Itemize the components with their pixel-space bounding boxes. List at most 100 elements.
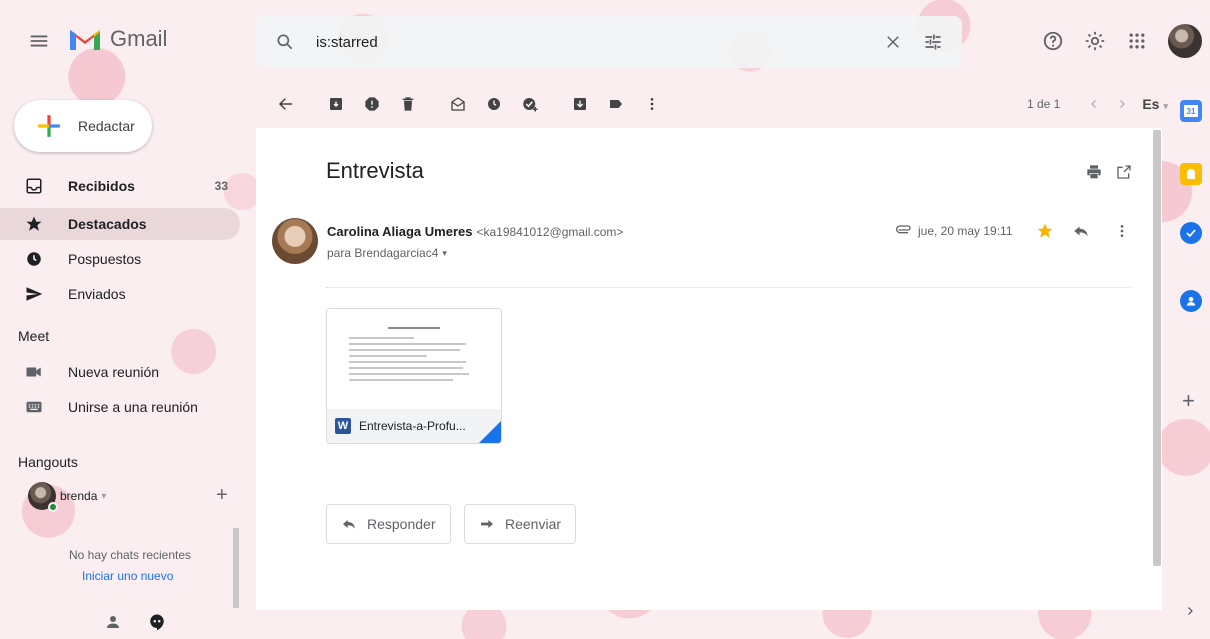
email-subject: Entrevista [326,158,424,183]
reply-icon [343,520,355,529]
move-to-icon[interactable] [562,86,598,122]
keyboard-icon [24,397,44,417]
sidebar-item-new-meeting[interactable]: Nueva reunión [0,356,256,388]
sender-avatar[interactable] [272,218,318,264]
compose-plus-icon [38,115,60,137]
starred-star-icon[interactable] [1036,222,1054,240]
no-chats-message: No hay chats recientes [68,548,192,562]
search-options-icon[interactable] [920,29,946,55]
reply-button[interactable]: Responder [326,504,451,544]
attachment-card[interactable]: W Entrevista-a-Profu... [326,308,502,444]
keep-notes-icon[interactable] [1180,163,1202,185]
hangouts-avatar [28,482,58,512]
forward-icon [481,520,493,528]
language-label: Es [1142,96,1160,112]
apps-grid-icon[interactable] [1124,28,1150,54]
account-avatar[interactable] [1168,24,1202,58]
email-date: jue, 20 may 19:11 [918,224,1013,238]
print-icon[interactable] [1086,164,1102,180]
add-task-icon[interactable] [512,86,548,122]
pagination-text: 1 de 1 [1026,97,1061,111]
archive-icon[interactable] [318,86,354,122]
recipient-line[interactable]: para Brendagarciac4 ▾ [327,246,447,260]
message-divider [326,287,1132,288]
get-addons-plus-icon[interactable]: + [1182,388,1195,414]
back-arrow-icon[interactable] [268,86,304,122]
sidebar-item-label: Enviados [68,286,126,302]
reply-label: Responder [367,516,436,532]
chevron-down-icon[interactable]: ▾ [442,248,447,259]
hangouts-section-title: Hangouts [18,454,78,470]
hangouts-user[interactable]: brenda ▾ [28,482,106,512]
new-conversation-icon[interactable]: + [216,484,228,507]
attachment-footer: W Entrevista-a-Profu... [327,409,501,443]
compose-button[interactable]: Redactar [14,100,152,152]
expand-side-panel-icon[interactable] [1184,604,1196,618]
chevron-down-icon[interactable]: ▾ [101,491,106,502]
sidebar-item-inbox[interactable]: Recibidos 33 [0,170,256,202]
calendar-icon[interactable]: 31 [1180,100,1202,122]
clock-icon [24,249,44,269]
panel-scrollbar-thumb[interactable] [1153,130,1161,566]
start-new-chat-link[interactable]: Iniciar uno nuevo [82,569,173,583]
sidebar-item-sent[interactable]: Enviados [0,278,256,310]
hamburger-icon [30,35,48,47]
attachment-clip-icon [896,224,912,236]
open-new-window-icon[interactable] [1116,164,1132,180]
send-icon [24,284,44,304]
tasks-icon[interactable] [1180,222,1202,244]
forward-button[interactable]: Reenviar [464,504,577,544]
help-icon[interactable] [1040,28,1066,54]
compose-label: Redactar [78,118,135,134]
sidebar-item-join-meeting[interactable]: Unirse a una reunión [0,391,256,423]
message-more-icon[interactable] [1114,222,1130,240]
video-camera-icon [24,362,44,382]
star-icon [24,214,44,234]
sidebar-item-label: Nueva reunión [68,364,160,380]
app-name: Gmail [110,26,168,51]
label-tag-icon[interactable] [598,86,634,122]
sidebar-item-label: Unirse a una reunión [68,399,198,415]
clear-search-icon[interactable] [880,29,906,55]
input-language-selector[interactable]: Es ▾ [1142,96,1168,112]
delete-trash-icon[interactable] [390,86,426,122]
word-doc-icon: W [335,418,351,434]
message-toolbar: 1 de 1 Es ▾ [268,86,1168,122]
hangouts-username: brenda [60,489,98,503]
previous-chevron-icon[interactable] [1080,86,1108,122]
next-chevron-icon[interactable] [1108,86,1136,122]
report-spam-icon[interactable] [354,86,390,122]
sidebar-item-starred[interactable]: Destacados [0,208,240,240]
reply-arrow-icon[interactable] [1072,222,1090,240]
sidebar-item-label: Pospuestos [68,251,142,267]
sidebar-item-snoozed[interactable]: Pospuestos [0,243,256,275]
gmail-m-icon [70,30,100,50]
unread-count: 33 [214,179,228,193]
sender-line: Carolina Aliaga Umeres <ka19841012@gmail… [327,224,623,239]
sender-name[interactable]: Carolina Aliaga Umeres [327,224,472,239]
sidebar-item-label: Destacados [68,216,147,232]
hangouts-footer [104,613,166,631]
sidebar-scrollbar[interactable] [233,528,239,608]
meet-section-title: Meet [18,328,50,344]
mark-unread-icon[interactable] [440,86,476,122]
settings-gear-icon[interactable] [1082,28,1108,54]
search-input[interactable]: is:starred [316,34,880,51]
snooze-clock-icon[interactable] [476,86,512,122]
gmail-logo[interactable]: Gmail [68,26,167,52]
recipient-text: para Brendagarciac4 [327,246,439,260]
doc-corner-icon [479,421,501,443]
main-menu-button[interactable] [28,30,50,52]
hangouts-chat-icon[interactable] [148,613,166,631]
sender-email: <ka19841012@gmail.com> [476,225,624,239]
attachment-preview [327,309,501,405]
contacts-person-icon[interactable] [104,613,122,631]
forward-label: Reenviar [505,516,562,532]
contacts-icon[interactable] [1180,290,1202,312]
online-status-icon [48,502,58,512]
more-options-icon[interactable] [634,86,670,122]
inbox-icon [24,176,44,196]
search-icon[interactable] [272,29,298,55]
sidebar-item-label: Recibidos [68,178,135,194]
search-bar[interactable]: is:starred [256,16,962,68]
